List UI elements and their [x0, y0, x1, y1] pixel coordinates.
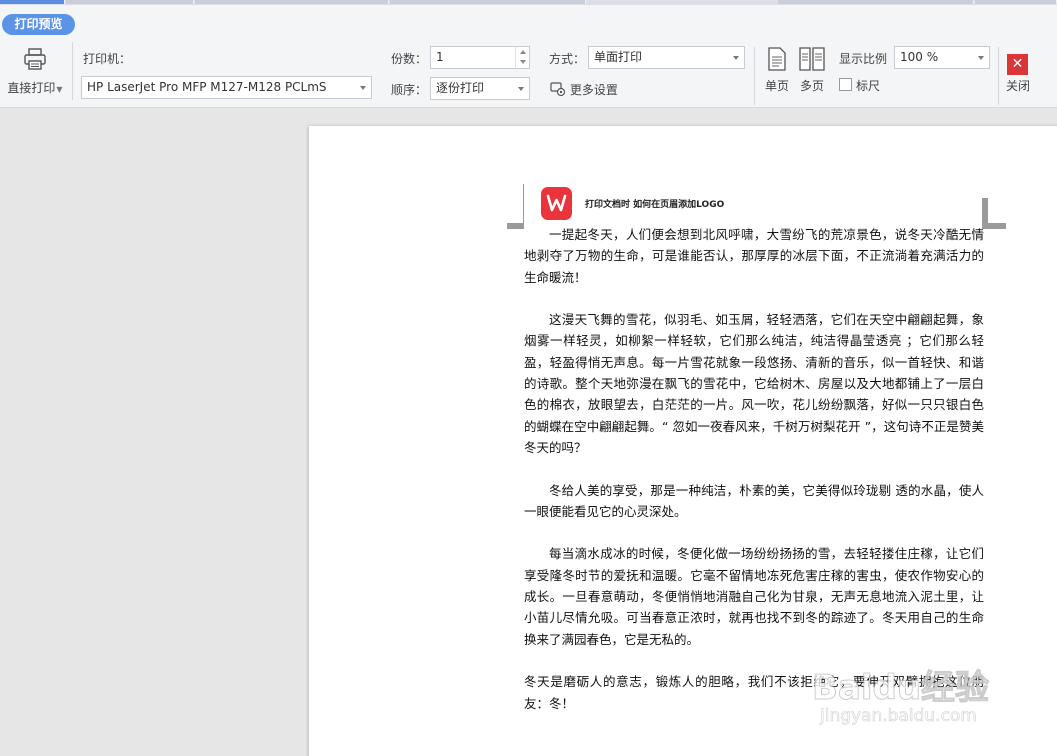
single-page-label: 单页: [764, 79, 789, 93]
tab[interactable]: [390, 0, 586, 4]
more-settings-label: 更多设置: [569, 83, 618, 97]
paragraph: 冬给人美的享受，那是一种纯洁，朴素的美，它美得似玲珑剔 透的水晶，使人一眼便能看…: [524, 482, 984, 519]
crop-mark: [982, 198, 988, 224]
tab[interactable]: [66, 0, 194, 4]
baidu-watermark: Baidu经验: [811, 668, 990, 709]
single-page-icon: [768, 47, 786, 71]
ruler-checkbox[interactable]: [839, 78, 852, 91]
tab-active[interactable]: [0, 0, 65, 4]
copies-label: 份数：: [391, 52, 428, 66]
document-body: 一提起冬天，人们便会想到北风呼啸，大雪纷飞的荒凉景色，说冬天冷酷无情地剥夺了万物…: [524, 224, 984, 735]
printer-select[interactable]: HP LaserJet Pro MFP M127-M128 PCLmS: [81, 76, 372, 99]
close-label[interactable]: 关闭: [1006, 77, 1030, 94]
wps-logo-icon: [541, 187, 572, 220]
multi-page-icon: [799, 47, 825, 71]
chevron-down-icon: [733, 56, 739, 60]
mode-select[interactable]: 单面打印: [588, 46, 745, 69]
order-select[interactable]: 逐份打印: [430, 77, 530, 100]
direct-print-button[interactable]: 直接打印▼: [4, 47, 66, 96]
single-page-button[interactable]: 单页: [763, 47, 791, 94]
paragraph: 这漫天飞舞的雪花，似羽毛、如玉屑，轻轻洒落，它们在天空中翩翩起舞，象烟雾一样轻灵…: [524, 312, 984, 455]
mode-label: 方式：: [549, 52, 586, 66]
dropdown-arrow-icon[interactable]: ▼: [56, 85, 62, 94]
order-label: 顺序：: [391, 83, 428, 97]
print-preview-title: 打印预览: [2, 14, 75, 35]
ruler-label: 标尺: [856, 79, 881, 93]
copies-spinner[interactable]: 1: [430, 46, 530, 69]
printer-icon: [24, 48, 46, 70]
chevron-down-icon[interactable]: [520, 60, 526, 64]
mode-value: 单面打印: [594, 50, 643, 64]
chevron-down-icon: [978, 56, 984, 60]
spinner-control[interactable]: [515, 47, 529, 68]
page-header-text: 打印文档时 如何在页眉添加LOGO: [585, 200, 725, 210]
multi-page-label: 多页: [799, 79, 824, 93]
multi-page-button[interactable]: 多页: [797, 47, 827, 94]
chevron-down-icon: [518, 87, 524, 91]
separator: [72, 42, 73, 100]
order-value: 逐份打印: [436, 81, 485, 95]
close-icon[interactable]: ✕: [1007, 54, 1028, 75]
direct-print-label: 直接打印: [7, 81, 56, 95]
tab[interactable]: [195, 0, 389, 4]
tab[interactable]: [975, 0, 1057, 4]
more-settings-button[interactable]: 更多设置: [550, 81, 618, 98]
crop-mark: [523, 184, 524, 224]
zoom-value: 100 %: [900, 50, 939, 64]
tab[interactable]: [778, 0, 974, 4]
settings-icon: [550, 82, 566, 97]
printer-value: HP LaserJet Pro MFP M127-M128 PCLmS: [87, 80, 327, 94]
chevron-down-icon: [360, 86, 366, 90]
crop-mark: [982, 223, 1006, 229]
watermark-url: jingyan.baidu.com: [820, 706, 977, 727]
printer-label: 打印机：: [83, 52, 132, 66]
paragraph: 一提起冬天，人们便会想到北风呼啸，大雪纷飞的荒凉景色，说冬天冷酷无情地剥夺了万物…: [524, 227, 984, 285]
zoom-label: 显示比例: [839, 52, 888, 66]
chevron-up-icon[interactable]: [520, 50, 526, 54]
zoom-select[interactable]: 100 %: [894, 46, 990, 69]
separator: [998, 47, 999, 105]
separator: [754, 47, 755, 105]
crop-mark: [507, 223, 524, 229]
print-preview-toolbar: 打印预览 直接打印▼ 打印机： HP LaserJet Pro MFP M127…: [0, 5, 1057, 108]
copies-value: 1: [436, 50, 444, 64]
paragraph: 每当滴水成冰的时候，冬便化做一场纷纷扬扬的雪，去轻轻搂住庄稼，让它们享受隆冬时节…: [524, 546, 984, 647]
